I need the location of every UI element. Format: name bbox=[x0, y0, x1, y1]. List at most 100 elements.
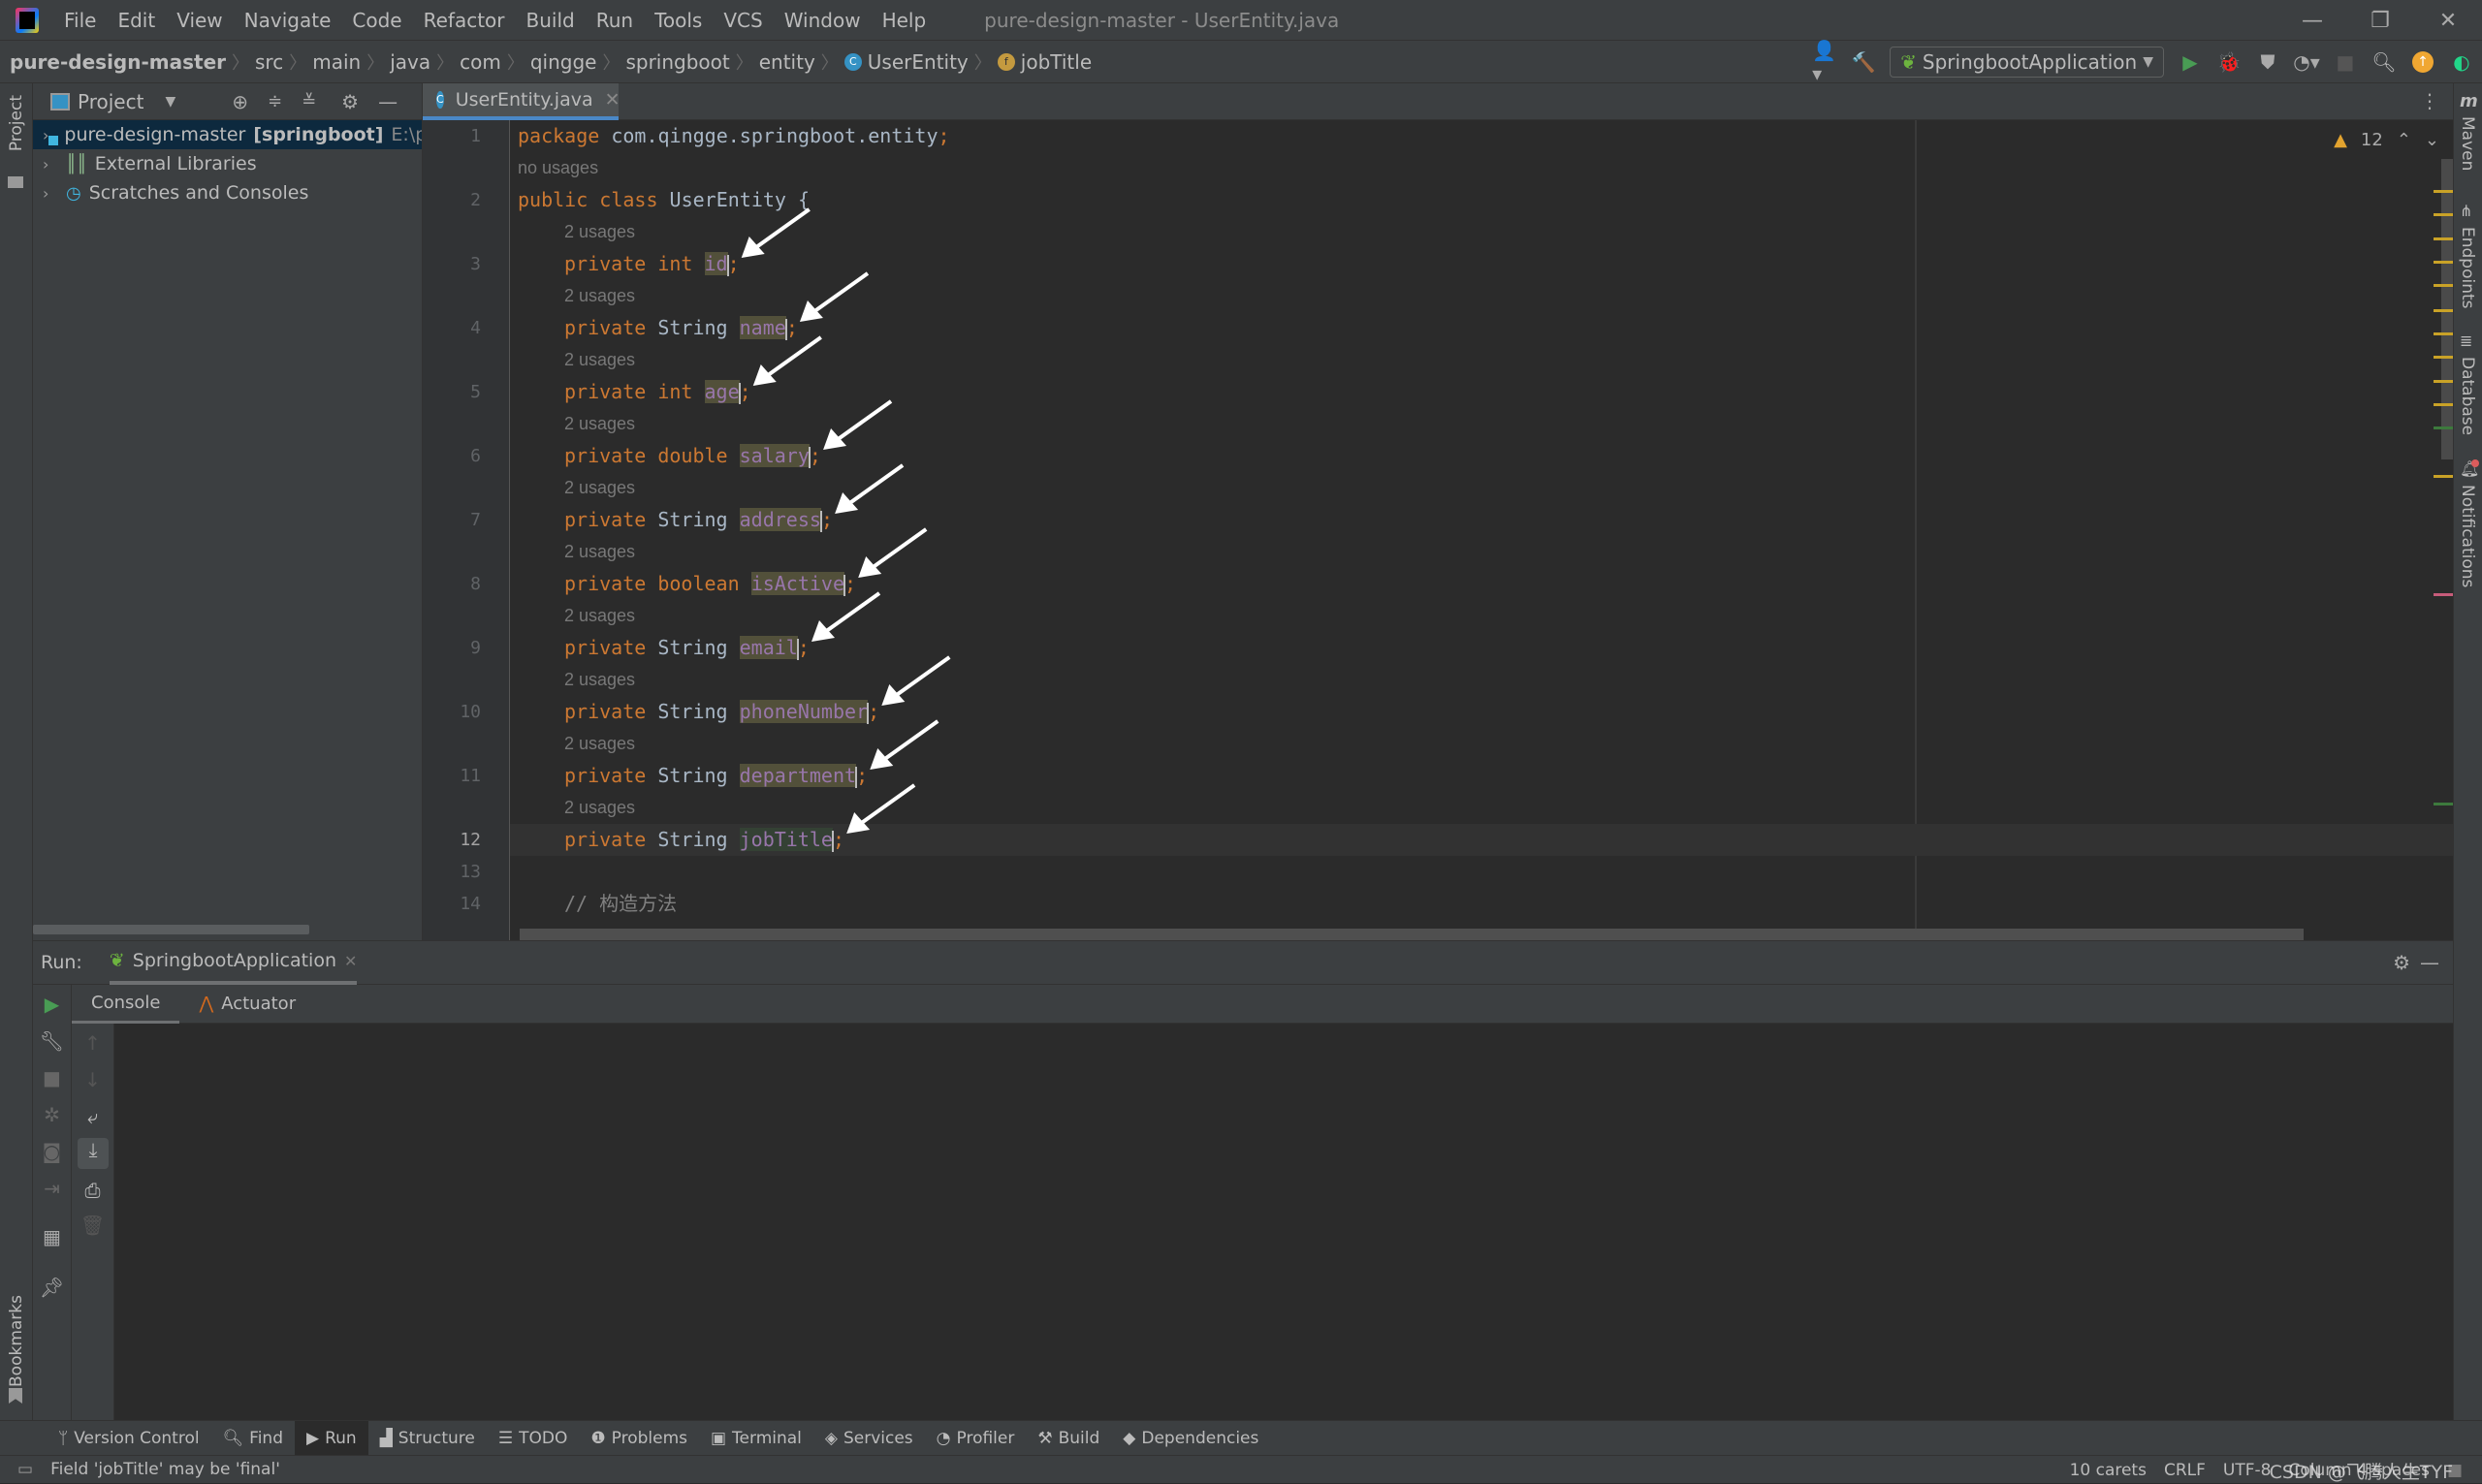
tool-find[interactable]: 🔍︎ Find bbox=[211, 1421, 295, 1456]
trash-icon[interactable]: 🗑︎ bbox=[72, 1214, 113, 1237]
login-icon[interactable]: ⇥ bbox=[33, 1177, 71, 1200]
menu-refactor[interactable]: Refactor bbox=[424, 9, 505, 32]
project-view-label[interactable]: Project bbox=[78, 90, 143, 113]
menu-edit[interactable]: Edit bbox=[117, 9, 155, 32]
bookmarks-tool-button[interactable]: Bookmarks bbox=[7, 1295, 26, 1387]
error-marker[interactable] bbox=[2434, 593, 2453, 596]
tab-console[interactable]: Console bbox=[72, 985, 180, 1024]
horizontal-scrollbar[interactable] bbox=[33, 925, 309, 934]
menu-window[interactable]: Window bbox=[784, 9, 861, 32]
breadcrumb-com[interactable]: com bbox=[460, 50, 501, 74]
horizontal-scrollbar[interactable] bbox=[520, 929, 2304, 940]
chevron-right-icon[interactable]: › bbox=[43, 155, 58, 174]
code-line[interactable]: private String name; bbox=[564, 312, 798, 344]
notifications-tool-button[interactable]: Notifications bbox=[2458, 485, 2477, 587]
warning-marker[interactable] bbox=[2434, 237, 2453, 240]
update-icon[interactable]: ↑ bbox=[2410, 49, 2435, 75]
close-tab-icon[interactable]: ✕ bbox=[344, 952, 357, 970]
warning-marker[interactable] bbox=[2434, 284, 2453, 287]
previous-highlight-icon[interactable]: ⌃ bbox=[2397, 130, 2411, 150]
build-hammer-icon[interactable]: 🔨 bbox=[1851, 49, 1876, 75]
up-arrow-icon[interactable]: ↑ bbox=[72, 1031, 113, 1055]
usages-hint[interactable]: 2 usages bbox=[564, 472, 635, 504]
code-line[interactable]: private boolean isActive; bbox=[564, 568, 856, 600]
tool-todo[interactable]: ☰ TODO bbox=[487, 1421, 580, 1456]
camera-icon[interactable]: ◙ bbox=[33, 1140, 71, 1163]
code-line[interactable]: private double salary; bbox=[564, 440, 821, 472]
tool-profiler[interactable]: ◔ Profiler bbox=[925, 1421, 1027, 1456]
locate-file-icon[interactable]: ⊕ bbox=[232, 90, 248, 113]
down-arrow-icon[interactable]: ↓ bbox=[72, 1068, 113, 1091]
menu-vcs[interactable]: VCS bbox=[723, 9, 762, 32]
usages-hint[interactable]: 2 usages bbox=[564, 728, 635, 760]
scroll-to-end-icon[interactable]: ⤓ bbox=[78, 1138, 109, 1169]
tool-build[interactable]: ⚒ Build bbox=[1026, 1421, 1111, 1456]
search-icon[interactable]: 🔍︎ bbox=[2371, 49, 2397, 75]
more-tabs-icon[interactable]: ⋮ bbox=[2420, 89, 2439, 112]
usages-hint[interactable]: 2 usages bbox=[564, 664, 635, 696]
tool-terminal[interactable]: ▣ Terminal bbox=[699, 1421, 813, 1456]
warning-marker[interactable] bbox=[2434, 380, 2453, 383]
breadcrumb-qingge[interactable]: qingge bbox=[530, 50, 597, 74]
breadcrumb-src[interactable]: src bbox=[255, 50, 283, 74]
menu-help[interactable]: Help bbox=[882, 9, 927, 32]
warning-marker[interactable] bbox=[2434, 261, 2453, 264]
code-line[interactable]: public class UserEntity { bbox=[518, 184, 810, 216]
code-line[interactable]: private String department; bbox=[564, 760, 868, 792]
tree-item-external-libraries[interactable]: › ║║ External Libraries bbox=[33, 149, 422, 178]
file-encoding[interactable]: UTF-8 bbox=[2223, 1461, 2272, 1480]
restore-button[interactable]: ❐ bbox=[2346, 0, 2414, 41]
print-icon[interactable]: ⎙ bbox=[72, 1179, 113, 1202]
tree-item-project[interactable]: › pure-design-master [springboot] E:\pu bbox=[33, 120, 422, 149]
layout-icon[interactable]: ▦ bbox=[33, 1225, 71, 1248]
caret-count[interactable]: 10 carets bbox=[2070, 1461, 2147, 1480]
user-icon[interactable]: 👤▾ bbox=[1812, 39, 1837, 85]
expand-all-icon[interactable]: ≑ bbox=[268, 91, 282, 111]
breadcrumb-main[interactable]: main bbox=[312, 50, 361, 74]
code-line[interactable]: private String email; bbox=[564, 632, 810, 664]
tab-userentity-java[interactable]: C UserEntity.java ✕ bbox=[423, 83, 620, 120]
run-config-dropdown[interactable]: ❦ SpringbootApplication ▼ bbox=[1890, 47, 2164, 78]
tool-problems[interactable]: ❶ Problems bbox=[579, 1421, 699, 1456]
endpoints-tool-button[interactable]: Endpoints bbox=[2458, 227, 2477, 309]
usages-hint[interactable]: 2 usages bbox=[564, 344, 635, 376]
code-line[interactable]: package com.qingge.springboot.entity; bbox=[518, 120, 950, 152]
maven-tool-button[interactable]: Maven bbox=[2458, 116, 2477, 171]
menu-run[interactable]: Run bbox=[596, 9, 633, 32]
warning-marker[interactable] bbox=[2434, 309, 2453, 312]
tool-run[interactable]: ▶ Run bbox=[295, 1420, 368, 1456]
breadcrumb-project[interactable]: pure-design-master bbox=[10, 50, 226, 74]
gear-icon[interactable]: ⚙ bbox=[2393, 951, 2410, 974]
next-highlight-icon[interactable]: ⌄ bbox=[2425, 130, 2439, 150]
menu-navigate[interactable]: Navigate bbox=[244, 9, 332, 32]
console-output[interactable] bbox=[114, 1024, 2453, 1420]
tab-actuator[interactable]: ⋀ Actuator bbox=[179, 985, 315, 1024]
code-line[interactable]: private String jobTitle; bbox=[564, 824, 844, 856]
line-separator[interactable]: CRLF bbox=[2164, 1461, 2206, 1480]
coverage-icon[interactable]: ⛊ bbox=[2255, 49, 2280, 75]
code-with-me-icon[interactable]: ◐ bbox=[2449, 49, 2474, 75]
tool-services[interactable]: ◈ Services bbox=[813, 1421, 925, 1456]
breadcrumb-java[interactable]: java bbox=[390, 50, 430, 74]
close-tab-icon[interactable]: ✕ bbox=[605, 89, 620, 111]
usages-hint[interactable]: 2 usages bbox=[564, 408, 635, 440]
hide-panel-icon[interactable]: — bbox=[378, 90, 398, 113]
toggle-tool-windows-icon[interactable]: ▭ bbox=[17, 1460, 33, 1479]
stop-icon[interactable]: ■ bbox=[33, 1066, 71, 1089]
pin-icon[interactable]: 📌︎ bbox=[33, 1276, 71, 1299]
warning-marker[interactable] bbox=[2434, 475, 2453, 478]
tool-version-control[interactable]: ᛘ Version Control bbox=[47, 1421, 211, 1456]
stop-icon[interactable]: ■ bbox=[2333, 49, 2358, 75]
tool-dependencies[interactable]: ◆ Dependencies bbox=[1111, 1421, 1270, 1456]
run-icon[interactable]: ▶ bbox=[2178, 49, 2203, 75]
project-tool-button[interactable]: Project bbox=[7, 95, 26, 151]
collapse-all-icon[interactable]: ≚ bbox=[302, 91, 316, 111]
close-window-button[interactable]: ✕ bbox=[2414, 0, 2482, 41]
breadcrumb-class[interactable]: UserEntity bbox=[868, 50, 969, 74]
warning-marker[interactable] bbox=[2434, 356, 2453, 359]
soft-wrap-icon[interactable]: ⤶ bbox=[72, 1105, 113, 1128]
usages-hint[interactable]: no usages bbox=[518, 152, 598, 184]
code-line[interactable]: private int age; bbox=[564, 376, 751, 408]
menu-build[interactable]: Build bbox=[526, 9, 575, 32]
usages-hint[interactable]: 2 usages bbox=[564, 536, 635, 568]
